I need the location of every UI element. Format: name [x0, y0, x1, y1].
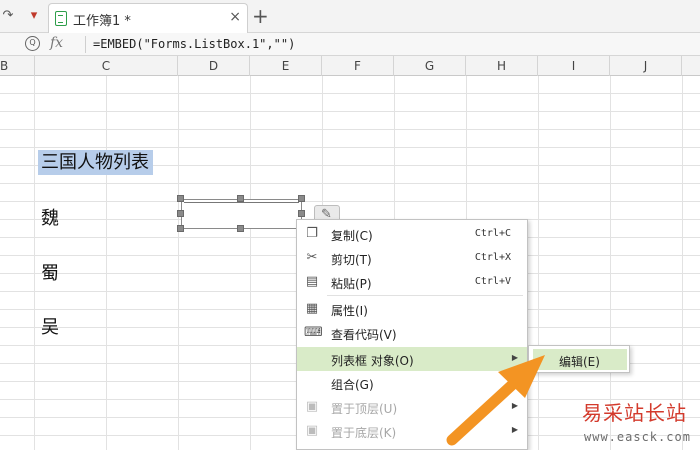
- customize-dropdown-icon[interactable]: ▾: [26, 8, 42, 24]
- cell-shu[interactable]: 蜀: [41, 259, 59, 285]
- menu-separator: [327, 295, 523, 296]
- menu-item-send-to-back: ▣ 置于底层(K) ▶: [297, 419, 527, 443]
- resize-handle-mr[interactable]: [298, 210, 305, 217]
- properties-icon: ▦: [305, 301, 319, 316]
- menu-label: 剪切(T): [331, 253, 372, 267]
- col-header-h[interactable]: H: [466, 56, 538, 76]
- menu-label: 查看代码(V): [331, 328, 397, 342]
- formula-input[interactable]: =EMBED("Forms.ListBox.1",""): [93, 37, 295, 51]
- menu-item-view-code[interactable]: ⌨ 查看代码(V): [297, 321, 527, 345]
- col-header-b[interactable]: B: [0, 56, 35, 76]
- menu-label: 置于顶层(U): [331, 402, 398, 416]
- col-header-e[interactable]: E: [250, 56, 322, 76]
- menu-label: 置于底层(K): [331, 426, 397, 440]
- menu-item-paste[interactable]: ▤ 粘贴(P) Ctrl+V: [297, 270, 527, 294]
- menu-label: 粘贴(P): [331, 277, 372, 291]
- menu-item-properties[interactable]: ▦ 属性(I): [297, 297, 527, 321]
- watermark: 易采站长站 www.easck.com: [576, 395, 700, 450]
- redo-icon[interactable]: ↷: [0, 8, 16, 24]
- cell-wu[interactable]: 吴: [41, 313, 59, 339]
- menu-label: 属性(I): [331, 304, 368, 318]
- submenu-edit-label: 编辑(E): [559, 355, 600, 369]
- copy-icon: ❐: [306, 226, 318, 241]
- resize-handle-tr[interactable]: [298, 195, 305, 202]
- grid-line-cd: [178, 76, 179, 450]
- submenu-arrow-icon: ▶: [511, 425, 518, 434]
- listbox-inner-line: [184, 202, 299, 203]
- new-tab-button[interactable]: +: [252, 4, 269, 28]
- cell-wei[interactable]: 魏: [41, 204, 59, 230]
- menu-item-copy[interactable]: ❐ 复制(C) Ctrl+C: [297, 222, 527, 246]
- menu-item-cut[interactable]: ✂ 剪切(T) Ctrl+X: [297, 246, 527, 270]
- view-code-icon: ⌨: [304, 325, 323, 340]
- col-header-d[interactable]: D: [178, 56, 250, 76]
- col-header-c[interactable]: C: [35, 56, 178, 76]
- paste-icon: ▤: [305, 274, 319, 289]
- submenu-arrow-icon: ▶: [511, 401, 518, 410]
- resize-handle-ml[interactable]: [177, 210, 184, 217]
- fx-button[interactable]: fx: [50, 35, 63, 51]
- resize-handle-tl[interactable]: [177, 195, 184, 202]
- submenu-arrow-icon: ▶: [511, 353, 518, 362]
- title-text: 三国人物列表: [38, 150, 153, 175]
- menu-label: 组合(G): [331, 378, 374, 392]
- menu-label: 复制(C): [331, 229, 373, 243]
- resize-handle-tm[interactable]: [237, 195, 244, 202]
- col-header-i[interactable]: I: [538, 56, 610, 76]
- listbox-object-submenu: 编辑(E): [528, 345, 630, 373]
- resize-handle-bl[interactable]: [177, 225, 184, 232]
- spreadsheet-doc-icon: [55, 11, 67, 26]
- menu-item-group[interactable]: 组合(G): [297, 371, 527, 395]
- divider: [85, 36, 86, 53]
- menu-item-listbox-object[interactable]: 列表框 对象(O) ▶: [297, 347, 527, 371]
- resize-handle-bm[interactable]: [237, 225, 244, 232]
- tab-workbook[interactable]: 工作簿1 * ×: [48, 3, 248, 33]
- menu-shortcut: Ctrl+X: [474, 252, 511, 263]
- context-menu: ❐ 复制(C) Ctrl+C ✂ 剪切(T) Ctrl+X ▤ 粘贴(P) Ct…: [296, 219, 528, 450]
- col-header-f[interactable]: F: [322, 56, 394, 76]
- formula-bar: Q fx =EMBED("Forms.ListBox.1",""): [0, 33, 700, 56]
- col-header-j[interactable]: J: [610, 56, 682, 76]
- bring-front-icon: ▣: [305, 399, 319, 414]
- menu-item-bring-to-front: ▣ 置于顶层(U) ▶: [297, 395, 527, 419]
- cell-title[interactable]: 三国人物列表: [38, 148, 153, 175]
- tab-close-icon[interactable]: ×: [229, 9, 241, 25]
- column-header-row: B C D E F G H I J: [0, 56, 700, 76]
- watermark-url: www.easck.com: [584, 430, 691, 444]
- tab-title: 工作簿1 *: [73, 14, 131, 29]
- watermark-title: 易采站长站: [582, 401, 687, 425]
- tab-bar: ↷ ▾ 工作簿1 * × +: [0, 0, 700, 33]
- scissors-icon: ✂: [306, 250, 318, 265]
- menu-label: 列表框 对象(O): [331, 354, 414, 368]
- menu-shortcut: Ctrl+V: [474, 276, 511, 287]
- submenu-item-edit[interactable]: 编辑(E): [533, 349, 627, 370]
- send-back-icon: ▣: [305, 423, 319, 438]
- menu-shortcut: Ctrl+C: [474, 228, 511, 239]
- zoom-magnifier-icon[interactable]: Q: [25, 36, 40, 51]
- col-header-g[interactable]: G: [394, 56, 466, 76]
